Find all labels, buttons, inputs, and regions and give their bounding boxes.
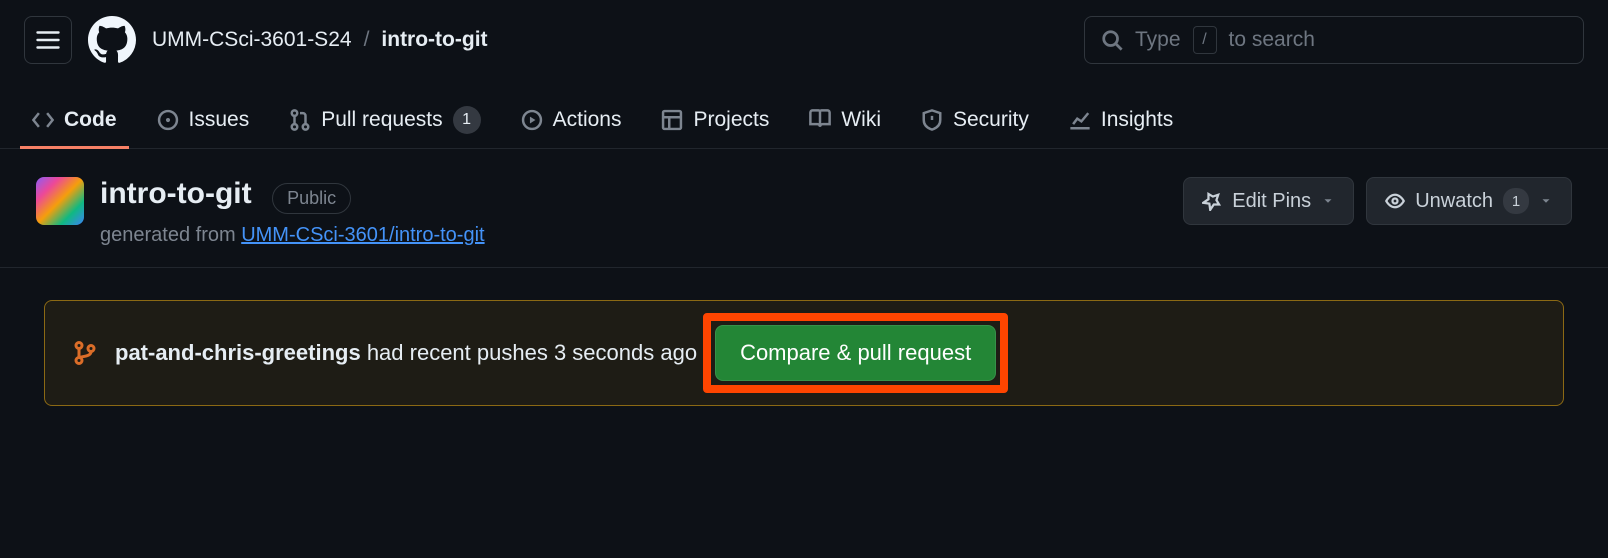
caret-down-icon [1539, 194, 1553, 208]
search-placeholder-suffix: to search [1229, 28, 1315, 52]
unwatch-label: Unwatch [1415, 190, 1493, 213]
gen-prefix: generated from [100, 224, 241, 246]
breadcrumb-separator: / [364, 28, 370, 52]
tab-insights[interactable]: Insights [1049, 92, 1193, 148]
alert-container: pat-and-chris-greetings had recent pushe… [0, 268, 1608, 438]
edit-pins-label: Edit Pins [1232, 190, 1311, 213]
tab-code[interactable]: Code [12, 92, 137, 148]
branch-name: pat-and-chris-greetings [115, 340, 361, 365]
tab-projects[interactable]: Projects [641, 92, 789, 148]
tab-wiki-label: Wiki [841, 108, 881, 132]
issue-icon [157, 109, 179, 131]
tab-actions-label: Actions [553, 108, 622, 132]
repo-header: intro-to-git Public generated from UMM-C… [0, 149, 1608, 267]
pulls-count-badge: 1 [453, 106, 481, 134]
unwatch-count: 1 [1503, 188, 1529, 214]
search-input[interactable]: Type / to search [1084, 16, 1584, 64]
tab-pull-requests[interactable]: Pull requests 1 [269, 92, 500, 148]
code-icon [32, 109, 54, 131]
repo-info: intro-to-git Public generated from UMM-C… [100, 177, 485, 247]
tab-insights-label: Insights [1101, 108, 1173, 132]
unwatch-button[interactable]: Unwatch 1 [1366, 177, 1572, 225]
recent-push-alert: pat-and-chris-greetings had recent pushe… [44, 300, 1564, 406]
alert-message: had recent pushes 3 seconds ago [361, 340, 697, 365]
tab-pulls-label: Pull requests [321, 108, 442, 132]
book-icon [809, 109, 831, 131]
github-logo[interactable] [88, 16, 136, 64]
github-icon [88, 16, 136, 64]
repo-actions: Edit Pins Unwatch 1 [1183, 177, 1572, 225]
highlight-annotation: Compare & pull request [715, 325, 996, 381]
template-link[interactable]: UMM-CSci-3601/intro-to-git [241, 224, 484, 246]
shield-icon [921, 109, 943, 131]
global-header: UMM-CSci-3601-S24 / intro-to-git Type / … [0, 0, 1608, 80]
graph-icon [1069, 109, 1091, 131]
tab-issues-label: Issues [189, 108, 250, 132]
pull-request-icon [289, 109, 311, 131]
eye-icon [1385, 191, 1405, 211]
tab-projects-label: Projects [693, 108, 769, 132]
tab-actions[interactable]: Actions [501, 92, 642, 148]
breadcrumb-repo[interactable]: intro-to-git [381, 28, 487, 52]
generated-from: generated from UMM-CSci-3601/intro-to-gi… [100, 224, 485, 247]
slash-key-icon: / [1193, 26, 1217, 54]
repo-tabs: Code Issues Pull requests 1 Actions Proj… [0, 92, 1608, 149]
tab-wiki[interactable]: Wiki [789, 92, 901, 148]
tab-code-label: Code [64, 108, 117, 132]
pin-icon [1202, 191, 1222, 211]
compare-pull-request-button[interactable]: Compare & pull request [715, 325, 996, 381]
tab-issues[interactable]: Issues [137, 92, 270, 148]
repo-avatar[interactable] [36, 177, 84, 225]
edit-pins-button[interactable]: Edit Pins [1183, 177, 1354, 225]
hamburger-menu-button[interactable] [24, 16, 72, 64]
breadcrumb-org[interactable]: UMM-CSci-3601-S24 [152, 28, 352, 52]
hamburger-icon [36, 28, 60, 52]
breadcrumb: UMM-CSci-3601-S24 / intro-to-git [152, 28, 488, 52]
tab-security[interactable]: Security [901, 92, 1049, 148]
project-icon [661, 109, 683, 131]
play-icon [521, 109, 543, 131]
git-branch-icon [73, 341, 97, 365]
visibility-badge: Public [272, 183, 351, 214]
caret-down-icon [1321, 194, 1335, 208]
tab-security-label: Security [953, 108, 1029, 132]
search-placeholder-prefix: Type [1135, 28, 1181, 52]
repo-name[interactable]: intro-to-git [100, 177, 252, 211]
search-icon [1101, 29, 1123, 51]
alert-text: pat-and-chris-greetings had recent pushe… [115, 340, 697, 366]
